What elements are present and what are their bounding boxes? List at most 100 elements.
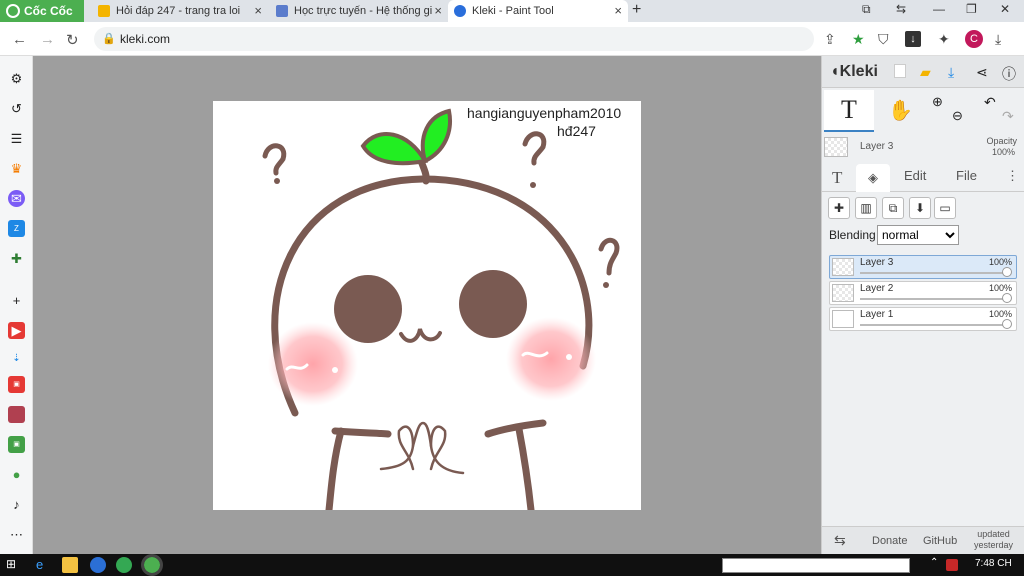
- layer-thumbnail: [832, 310, 854, 328]
- downloads-icon[interactable]: ⤓: [995, 31, 1001, 48]
- maximize-button[interactable]: ❐: [966, 2, 977, 16]
- coccoc-logo[interactable]: Cốc Cốc: [0, 0, 84, 22]
- rename-layer-button[interactable]: ▭: [934, 197, 956, 219]
- layer-opacity-slider[interactable]: [860, 298, 1006, 300]
- layer-item-1[interactable]: Layer 1 100%: [829, 307, 1017, 331]
- file-explorer-icon[interactable]: [62, 557, 78, 573]
- add-icon[interactable]: +: [8, 292, 25, 309]
- opacity-label: Opacity: [986, 136, 1017, 146]
- history-icon[interactable]: ↺: [8, 100, 25, 117]
- more-options-icon[interactable]: ⋮: [1006, 168, 1019, 184]
- undo-icon[interactable]: ↶: [984, 94, 996, 111]
- tab-edit[interactable]: Edit: [904, 168, 926, 183]
- updated-label: updated yesterday: [974, 529, 1014, 550]
- new-tab-button[interactable]: +: [632, 1, 641, 19]
- crown-icon[interactable]: ♛: [8, 160, 25, 177]
- clock[interactable]: 7:48 CH: [975, 558, 1012, 569]
- youtube-icon[interactable]: ▶: [8, 322, 25, 339]
- layer-opacity-slider[interactable]: [860, 324, 1006, 326]
- reward-icon[interactable]: ▣: [8, 436, 25, 453]
- new-file-icon[interactable]: [894, 64, 906, 78]
- github-link[interactable]: GitHub: [923, 535, 957, 547]
- layer-item-3[interactable]: Layer 3 100%: [829, 255, 1017, 279]
- blending-row: Blending normal: [829, 225, 959, 245]
- download-icon[interactable]: ⇣: [8, 350, 25, 367]
- restore-tabs-icon[interactable]: ⇆: [896, 2, 906, 16]
- kleki-logo[interactable]: ◖Kleki: [830, 63, 878, 81]
- url-field[interactable]: 🔒 kleki.com: [94, 27, 814, 51]
- slider-knob[interactable]: [1002, 319, 1012, 329]
- zoom-out-icon[interactable]: ⊖: [952, 108, 963, 124]
- merge-layer-button[interactable]: ⬇: [909, 197, 931, 219]
- close-icon[interactable]: ×: [254, 3, 262, 18]
- taskbar: ⊞ e ⌃ 7:48 CH: [0, 554, 1024, 576]
- edge-icon[interactable]: e: [36, 557, 52, 573]
- tray-chevron-icon[interactable]: ⌃: [930, 557, 946, 573]
- game-avatar-icon[interactable]: [8, 406, 25, 423]
- layer-item-2[interactable]: Layer 2 100%: [829, 281, 1017, 305]
- avatar[interactable]: C: [965, 30, 983, 48]
- windows-start-icon[interactable]: ⊞: [6, 557, 22, 573]
- delete-layer-button[interactable]: ▥: [855, 197, 877, 219]
- forward-icon[interactable]: →: [40, 31, 55, 48]
- tab-title: Hỏi đáp 247 - trang tra loi: [116, 5, 241, 17]
- drawing-canvas[interactable]: hangianguyenpham2010 hđ247: [213, 101, 641, 514]
- extensions-icon[interactable]: ✦: [938, 31, 950, 48]
- layer-opacity-slider[interactable]: [860, 272, 1006, 274]
- close-window-button[interactable]: ✕: [1000, 2, 1010, 16]
- tab-layers[interactable]: ◈: [856, 164, 890, 192]
- taskbar-search-input[interactable]: [722, 558, 910, 573]
- share-icon[interactable]: ⋖: [976, 64, 988, 81]
- tab-file[interactable]: File: [956, 168, 977, 183]
- tab-hoctructuyen[interactable]: Học trực tuyến - Hệ thống gi ×: [270, 0, 448, 22]
- canvas-text-line2: hđ247: [557, 123, 596, 139]
- current-layer-thumbnail: [824, 137, 848, 157]
- text-tool-button[interactable]: T: [824, 90, 874, 132]
- zalo-taskbar-icon[interactable]: [90, 557, 106, 573]
- layer-name: Layer 1: [860, 309, 894, 320]
- download-icon[interactable]: ⤓: [948, 64, 954, 81]
- minimize-button[interactable]: —: [933, 2, 945, 16]
- layer-opacity: 100%: [988, 309, 1012, 319]
- shield-icon[interactable]: ⛉: [878, 31, 889, 48]
- slider-knob[interactable]: [1002, 267, 1012, 277]
- bookmark-star-icon[interactable]: ★: [852, 31, 865, 48]
- donate-link[interactable]: Donate: [872, 535, 907, 547]
- gear-icon[interactable]: ⚙: [8, 70, 25, 87]
- duplicate-layer-button[interactable]: ⧉: [882, 197, 904, 219]
- zoom-in-icon[interactable]: ⊕: [932, 94, 943, 110]
- add-layer-button[interactable]: ✚: [828, 197, 850, 219]
- shopping-icon[interactable]: ▣: [8, 376, 25, 393]
- tray-app-icon[interactable]: [946, 559, 958, 571]
- current-layer-preview: Layer 3 Opacity 100%: [824, 135, 1023, 163]
- reload-icon[interactable]: ↻: [66, 31, 79, 49]
- chat-icon[interactable]: ●: [8, 466, 25, 483]
- tab-title: Học trực tuyến - Hệ thống gi: [294, 5, 433, 17]
- redo-icon[interactable]: ↷: [1002, 108, 1014, 125]
- app-icon[interactable]: [116, 557, 132, 573]
- help-icon[interactable]: ⓘ: [1002, 64, 1016, 84]
- list-icon[interactable]: ☰: [8, 130, 25, 147]
- swap-sides-icon[interactable]: ⇆: [834, 532, 846, 549]
- back-icon[interactable]: ←: [12, 31, 27, 48]
- close-icon[interactable]: ×: [614, 3, 622, 18]
- open-folder-icon[interactable]: ▰: [920, 64, 931, 81]
- close-icon[interactable]: ×: [434, 3, 442, 18]
- coccoc-taskbar-icon[interactable]: [141, 554, 163, 576]
- slider-knob[interactable]: [1002, 293, 1012, 303]
- layer-opacity: 100%: [988, 257, 1012, 267]
- download-box-icon[interactable]: ↓: [905, 31, 921, 47]
- messenger-icon[interactable]: ✉: [8, 190, 25, 207]
- hand-tool-icon[interactable]: ✋: [888, 98, 913, 123]
- tab-hoidap[interactable]: Hỏi đáp 247 - trang tra loi ×: [92, 0, 268, 22]
- more-icon[interactable]: ⋯: [8, 526, 25, 543]
- kleki-favicon-icon: [454, 5, 466, 17]
- gamepad-icon[interactable]: ✚: [8, 250, 25, 267]
- tab-text-tool[interactable]: T: [832, 168, 842, 188]
- zalo-icon[interactable]: Z: [8, 220, 25, 237]
- blending-select[interactable]: normal: [877, 225, 959, 245]
- tab-kleki[interactable]: Kleki - Paint Tool ×: [448, 0, 628, 22]
- share-icon[interactable]: ⇪: [824, 31, 836, 48]
- pip-icon[interactable]: ⧉: [862, 2, 871, 17]
- bell-icon[interactable]: ♪: [8, 496, 25, 513]
